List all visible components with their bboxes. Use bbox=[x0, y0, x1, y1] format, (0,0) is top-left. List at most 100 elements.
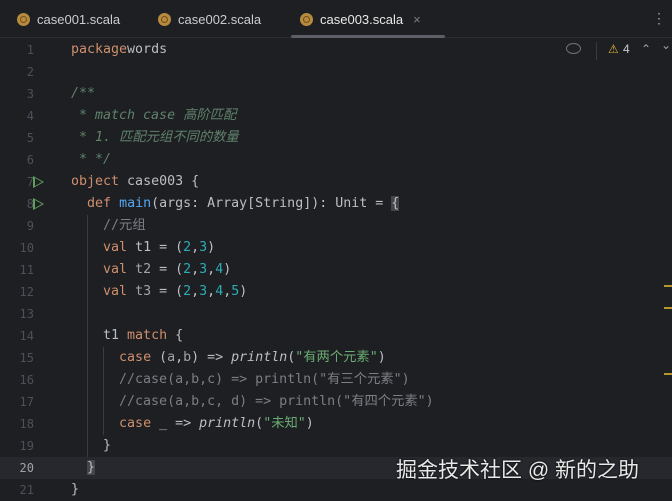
line-number: 3 bbox=[26, 87, 34, 101]
line-number: 11 bbox=[19, 263, 34, 277]
tab-case003[interactable]: case003.scala × bbox=[291, 0, 445, 38]
code-token: , bbox=[191, 284, 200, 299]
code-token: 2 bbox=[183, 284, 192, 299]
warning-stripe-mark[interactable] bbox=[664, 285, 672, 287]
code-token: ( bbox=[151, 350, 168, 365]
line-number: 14 bbox=[19, 329, 34, 343]
line-number: 9 bbox=[26, 219, 34, 233]
code-token: val bbox=[103, 240, 128, 255]
code-token: "未知" bbox=[263, 416, 306, 431]
code-token: } bbox=[71, 482, 80, 497]
code-token: val bbox=[103, 262, 128, 277]
warning-stripe-mark[interactable] bbox=[664, 307, 672, 309]
code-token: val bbox=[103, 284, 128, 299]
warning-icon[interactable]: ⚠ bbox=[608, 42, 619, 56]
run-gutter-icon[interactable] bbox=[33, 176, 44, 188]
code-token: { bbox=[391, 196, 400, 211]
code-token: , bbox=[207, 284, 216, 299]
code-line: val t1 = (2,3) bbox=[71, 237, 215, 259]
code-token: * 1. 匹配元组不同的数量 bbox=[71, 130, 239, 145]
code-token: //case(a,b,c, d) => println("有四个元素") bbox=[71, 394, 434, 409]
line-number: 8 bbox=[26, 197, 34, 211]
code-token: _ => bbox=[151, 416, 200, 431]
code-line: * 1. 匹配元组不同的数量 bbox=[71, 127, 239, 149]
code-token: object bbox=[71, 174, 120, 189]
code-token: 3 bbox=[199, 240, 208, 255]
code-line: //元组 bbox=[71, 215, 146, 237]
code-token: println bbox=[199, 416, 256, 431]
code-token: ) bbox=[223, 262, 232, 277]
code-token: ) bbox=[239, 284, 248, 299]
code-token: 2 bbox=[183, 262, 192, 277]
line-number: 13 bbox=[19, 307, 34, 321]
code-token: t1 bbox=[71, 328, 128, 343]
code-token: /** bbox=[71, 86, 96, 101]
code-line: case _ => println("未知") bbox=[71, 413, 314, 435]
code-token: ) bbox=[305, 416, 314, 431]
code-line: //case(a,b,c) => println("有三个元素") bbox=[71, 369, 410, 391]
code-token: def bbox=[87, 196, 112, 211]
line-number: 16 bbox=[19, 373, 34, 387]
line-number: 4 bbox=[26, 109, 34, 123]
code-token: t2 bbox=[135, 262, 152, 277]
tab-label: case001.scala bbox=[37, 11, 121, 27]
line-number: 2 bbox=[26, 65, 34, 79]
code-token: b bbox=[183, 350, 192, 365]
code-token: } bbox=[87, 460, 96, 475]
code-token: = ( bbox=[151, 262, 184, 277]
run-gutter-icon[interactable] bbox=[33, 198, 44, 210]
code-token: (args: Array[String]): Unit = bbox=[151, 196, 392, 211]
line-number: 12 bbox=[19, 285, 34, 299]
code-token: , bbox=[207, 262, 216, 277]
more-tabs-icon[interactable]: ⋮ bbox=[652, 10, 666, 27]
line-number: 5 bbox=[26, 131, 34, 145]
tab-label: case002.scala bbox=[178, 11, 262, 27]
close-tab-icon[interactable]: × bbox=[413, 12, 421, 27]
code-token: match bbox=[127, 328, 168, 343]
line-number: 7 bbox=[26, 175, 34, 189]
code-line: } bbox=[71, 435, 111, 457]
code-token: println bbox=[231, 350, 288, 365]
code-token: //case(a,b,c) => println("有三个元素") bbox=[71, 372, 410, 387]
tab-case002[interactable]: case002.scala bbox=[158, 0, 261, 38]
code-token: , bbox=[175, 350, 184, 365]
code-token: ( bbox=[255, 416, 264, 431]
line-number: 19 bbox=[19, 439, 34, 453]
line-number: 6 bbox=[26, 153, 34, 167]
warning-count[interactable]: 4 bbox=[623, 42, 630, 56]
code-token: ) => bbox=[191, 350, 232, 365]
code-token: * */ bbox=[71, 152, 112, 167]
code-line: * */ bbox=[71, 149, 111, 171]
warning-stripe-mark[interactable] bbox=[664, 373, 672, 375]
previous-highlight-icon[interactable]: ⌃ bbox=[641, 42, 651, 56]
code-line: } bbox=[71, 457, 96, 479]
editor-tab-bar: case001.scala case002.scala case003.scal… bbox=[0, 0, 672, 38]
code-token: 3 bbox=[199, 284, 208, 299]
divider bbox=[596, 42, 597, 60]
code-line: //case(a,b,c, d) => println("有四个元素") bbox=[71, 391, 434, 413]
scala-object-icon bbox=[17, 12, 30, 26]
code-token: case003 { bbox=[119, 174, 200, 189]
tab-case001[interactable]: case001.scala bbox=[17, 0, 120, 38]
code-token: case bbox=[119, 350, 152, 365]
code-token: //元组 bbox=[71, 218, 146, 233]
scala-object-icon bbox=[300, 12, 313, 26]
code-token: , bbox=[191, 240, 200, 255]
code-line: } bbox=[71, 479, 79, 501]
line-number: 1 bbox=[26, 43, 34, 57]
code-line: /** bbox=[71, 83, 95, 105]
reader-mode-eye-icon[interactable] bbox=[566, 43, 581, 54]
code-line: t1 match { bbox=[71, 325, 183, 347]
code-token: main bbox=[119, 196, 152, 211]
code-token: ) bbox=[377, 350, 386, 365]
next-highlight-icon[interactable]: ⌄ bbox=[661, 38, 671, 52]
